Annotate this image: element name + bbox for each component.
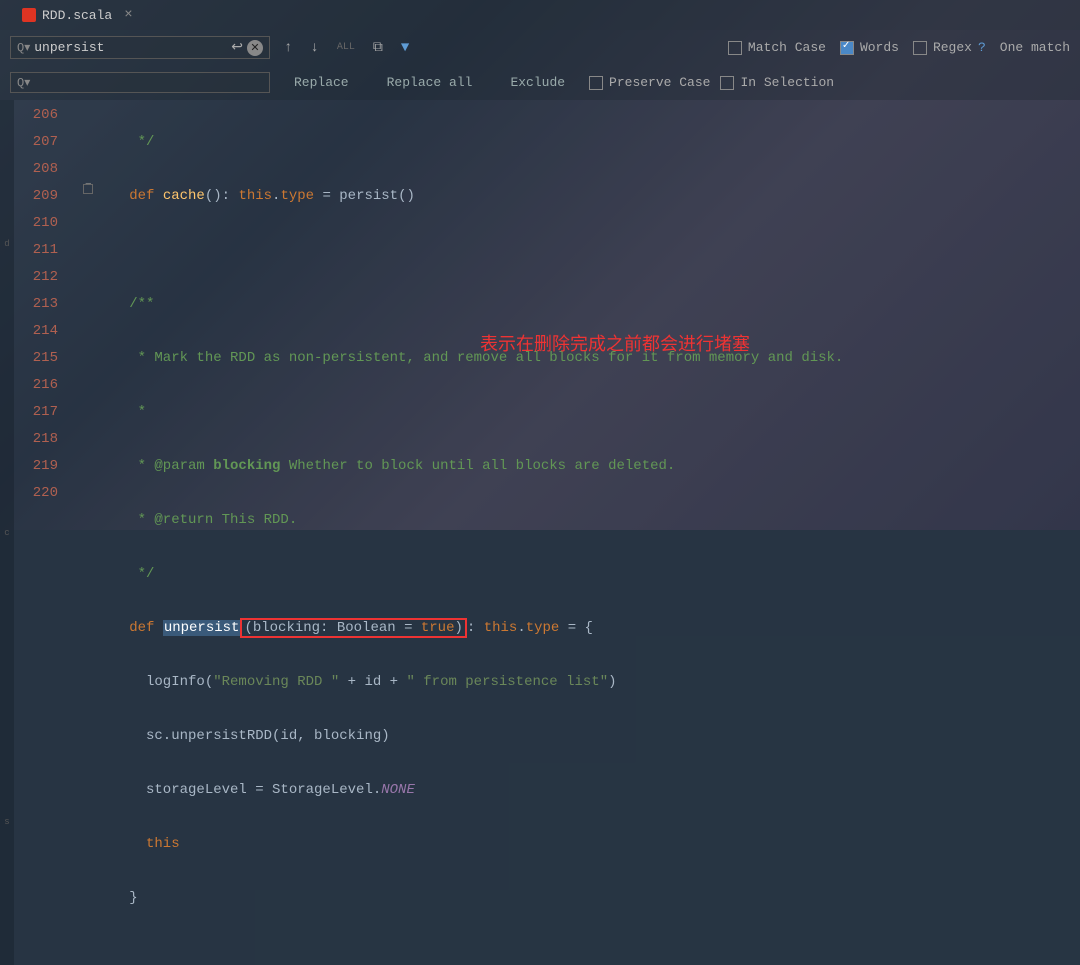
filter-icon[interactable]: ▼ — [397, 40, 413, 56]
code-editor[interactable]: dcs 206207208 209210211 212213214 215216… — [0, 100, 1080, 965]
code-area[interactable]: */ def cache(): this.type = persist() /*… — [104, 100, 1080, 965]
next-match-icon[interactable]: ↓ — [306, 40, 322, 56]
words-option[interactable]: Words — [840, 40, 899, 55]
close-tab-icon[interactable]: × — [124, 7, 132, 23]
line-gutter: 206207208 209210211 212213214 215216217 … — [14, 100, 72, 965]
replace-button[interactable]: Replace — [280, 71, 363, 94]
scala-file-icon — [22, 8, 36, 22]
left-strip: dcs — [0, 100, 14, 965]
newline-icon[interactable]: ↩ — [227, 39, 247, 56]
find-input[interactable] — [34, 40, 227, 55]
replace-bar: Q▾ Replace Replace all Exclude Preserve … — [0, 65, 1080, 100]
checkbox-icon — [913, 41, 927, 55]
search-highlight: unpersist — [163, 620, 241, 636]
fold-gutter — [72, 100, 104, 965]
checkbox-icon — [728, 41, 742, 55]
checkbox-checked-icon — [840, 41, 854, 55]
add-selection-icon[interactable]: ⧉ — [369, 40, 387, 56]
clear-search-icon[interactable]: ✕ — [247, 40, 263, 56]
checkbox-icon — [720, 76, 734, 90]
match-case-option[interactable]: Match Case — [728, 40, 826, 55]
replace-all-button[interactable]: Replace all — [373, 71, 487, 94]
match-count: One match — [1000, 40, 1070, 55]
exclude-button[interactable]: Exclude — [496, 71, 579, 94]
checkbox-icon — [589, 76, 603, 90]
find-bar: Q▾ ↩ ✕ ↑ ↓ ALL ⧉ ▼ Match Case Words Rege… — [0, 30, 1080, 65]
annotation-box: (blocking: Boolean = true) — [240, 618, 466, 638]
preserve-case-option[interactable]: Preserve Case — [589, 75, 710, 90]
replace-input-box[interactable]: Q▾ — [10, 72, 270, 93]
search-icon: Q▾ — [17, 75, 30, 90]
tab-filename: RDD.scala — [42, 8, 112, 23]
find-input-box[interactable]: Q▾ ↩ ✕ — [10, 36, 270, 59]
tab-bar: RDD.scala × — [0, 0, 1080, 30]
replace-input[interactable] — [34, 75, 263, 90]
file-tab[interactable]: RDD.scala × — [14, 3, 141, 27]
search-icon: Q▾ — [17, 40, 30, 55]
annotation-text: 表示在删除完成之前都会进行堵塞 — [480, 330, 750, 356]
regex-option[interactable]: Regex ? — [913, 40, 986, 55]
select-all-icon[interactable]: ALL — [333, 42, 359, 53]
fold-icon[interactable] — [83, 184, 93, 194]
in-selection-option[interactable]: In Selection — [720, 75, 834, 90]
help-icon[interactable]: ? — [978, 40, 986, 55]
prev-match-icon[interactable]: ↑ — [280, 40, 296, 56]
